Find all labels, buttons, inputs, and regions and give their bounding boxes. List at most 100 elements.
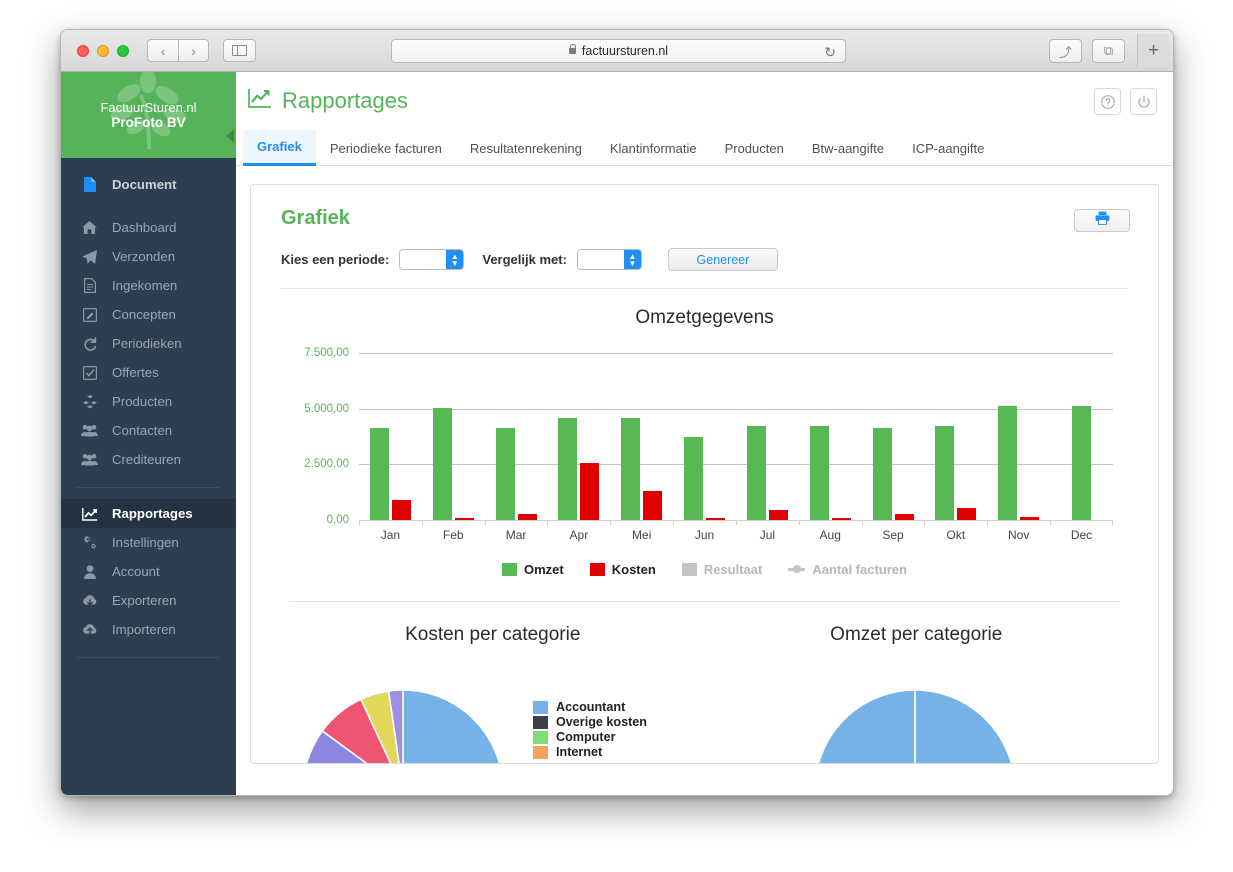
bar-series-container <box>359 353 1113 525</box>
period-label: Kies een periode: <box>281 252 390 267</box>
legend-item-aantal-facturen[interactable]: Aantal facturen <box>788 562 907 577</box>
bar-omzet[interactable] <box>684 436 704 520</box>
x-axis-label: Jul <box>759 528 776 542</box>
navigation-buttons[interactable]: ‹ › <box>147 39 209 62</box>
forward-icon[interactable]: › <box>178 39 209 62</box>
back-icon[interactable]: ‹ <box>147 39 178 62</box>
bar-group <box>673 353 736 525</box>
pie-slice[interactable] <box>815 689 916 764</box>
bar-kosten[interactable] <box>454 517 474 520</box>
x-axis-label: Nov <box>1008 528 1030 542</box>
sidebar-item-concepten[interactable]: Concepten <box>61 300 236 329</box>
sidebar-item-dashboard[interactable]: Dashboard <box>61 213 236 242</box>
bar-kosten[interactable] <box>706 517 726 520</box>
sidebar-item-label: Contacten <box>112 423 173 438</box>
close-window-button[interactable] <box>77 44 89 57</box>
generate-button[interactable]: Genereer <box>667 248 778 271</box>
bar-omzet[interactable] <box>872 427 892 520</box>
pie-kosten-svg[interactable] <box>303 672 503 764</box>
bar-group <box>421 353 485 525</box>
legend-item-omzet[interactable]: Omzet <box>502 562 564 577</box>
share-icon[interactable]: ⤴ <box>1049 39 1082 63</box>
legend-item-kosten[interactable]: Kosten <box>589 562 656 577</box>
sidebar-item-periodieken[interactable]: Periodieken <box>61 329 236 358</box>
panel-heading: Grafiek <box>281 207 350 229</box>
sidebar-item-verzonden[interactable]: Verzonden <box>61 242 236 271</box>
brand-block[interactable]: FactuurSturen.nl ProFoto BV <box>61 72 236 158</box>
legend-label: Aantal facturen <box>812 562 907 577</box>
bar-kosten[interactable] <box>580 463 600 520</box>
bar-kosten[interactable] <box>768 509 788 520</box>
sidebar-item-rapportages[interactable]: Rapportages <box>61 499 236 528</box>
show-tabs-icon[interactable]: ⧉ <box>1092 39 1125 63</box>
reload-icon[interactable]: ↻ <box>824 44 836 60</box>
tab-periodieke-facturen[interactable]: Periodieke facturen <box>316 132 456 165</box>
pie-slice[interactable] <box>913 689 1015 764</box>
tab-grafiek[interactable]: Grafiek <box>243 130 316 166</box>
tab-btw-aangifte[interactable]: Btw-aangifte <box>798 132 898 165</box>
pie-omzet-svg[interactable] <box>815 672 1015 764</box>
sidebar-item-crediteuren[interactable]: Crediteuren <box>61 445 236 474</box>
window-controls[interactable] <box>77 44 129 57</box>
sidebar-item-producten[interactable]: Producten <box>61 387 236 416</box>
pie-legend-item[interactable]: Accountant <box>533 700 647 714</box>
pie-title: Kosten per categorie <box>405 624 581 645</box>
main-content: Rapportages Grafiek Periodieke facturen <box>236 72 1173 795</box>
tab-resultatenrekening[interactable]: Resultatenrekening <box>456 132 596 165</box>
period-select[interactable]: ▲ ▼ <box>399 249 465 270</box>
minimize-window-button[interactable] <box>97 44 109 57</box>
sidebar-item-ingekomen[interactable]: Ingekomen <box>61 271 236 300</box>
bar-kosten[interactable] <box>894 514 914 520</box>
address-bar[interactable]: factuursturen.nl ↻ <box>391 39 846 63</box>
tab-icp-aangifte[interactable]: ICP-aangifte <box>898 132 998 165</box>
bar-kosten[interactable] <box>643 491 663 520</box>
sidebar-item-importeren[interactable]: Importeren <box>61 615 236 644</box>
bar-kosten[interactable] <box>1020 516 1040 520</box>
bar-omzet[interactable] <box>935 426 955 520</box>
bar-omzet[interactable] <box>495 427 515 520</box>
bar-omzet[interactable] <box>1072 406 1092 520</box>
pie-legend-item[interactable]: Overige kosten <box>533 715 647 729</box>
bar-omzet[interactable] <box>432 407 452 520</box>
refresh-icon <box>81 336 98 351</box>
new-tab-button[interactable]: + <box>1137 34 1169 67</box>
print-button[interactable] <box>1074 209 1130 232</box>
pie-legend-item[interactable]: Computer <box>533 730 647 744</box>
y-tick-label: 5.000,00 <box>304 402 349 415</box>
maximize-window-button[interactable] <box>117 44 129 57</box>
sidebar-item-contacten[interactable]: Contacten <box>61 416 236 445</box>
tab-bar: Grafiek Periodieke facturen Resultatenre… <box>236 130 1173 166</box>
chart-legend: Omzet Kosten Resultaat Aantal facturen <box>281 562 1128 577</box>
legend-item-resultaat[interactable]: Resultaat <box>681 562 762 577</box>
bar-kosten[interactable] <box>517 514 537 520</box>
bar-kosten[interactable] <box>831 518 851 520</box>
sidebar-item-account[interactable]: Account <box>61 557 236 586</box>
chevron-down: ▼ <box>628 258 637 268</box>
help-icon[interactable] <box>1094 88 1121 115</box>
bar-omzet[interactable] <box>998 406 1018 520</box>
legend-label: Kosten <box>611 562 656 577</box>
sidebar-item-document[interactable]: Document <box>61 170 236 199</box>
bar-group <box>359 353 422 525</box>
bar-omzet[interactable] <box>621 417 641 520</box>
bar-group <box>547 353 610 525</box>
bar-group <box>861 353 925 525</box>
bar-kosten[interactable] <box>957 507 977 520</box>
legend-label: Omzet <box>524 562 564 577</box>
bar-omzet[interactable] <box>369 427 389 520</box>
tab-klantinformatie[interactable]: Klantinformatie <box>596 132 711 165</box>
x-axis-label: Feb <box>442 528 464 542</box>
sidebar-item-offertes[interactable]: Offertes <box>61 358 236 387</box>
collapse-sidebar-icon[interactable] <box>226 129 234 143</box>
bar-omzet[interactable] <box>746 426 766 520</box>
sidebar-item-instellingen[interactable]: Instellingen <box>61 528 236 557</box>
bar-omzet[interactable] <box>809 426 829 520</box>
compare-select[interactable]: ▲ ▼ <box>576 249 642 270</box>
sidebar-item-exporteren[interactable]: Exporteren <box>61 586 236 615</box>
sidebar-toggle-icon[interactable] <box>223 39 256 62</box>
tab-producten[interactable]: Producten <box>711 132 798 165</box>
power-icon[interactable] <box>1130 88 1157 115</box>
bar-kosten[interactable] <box>391 499 411 520</box>
bar-omzet[interactable] <box>558 417 578 520</box>
pie-legend-item[interactable]: Internet <box>533 745 647 759</box>
